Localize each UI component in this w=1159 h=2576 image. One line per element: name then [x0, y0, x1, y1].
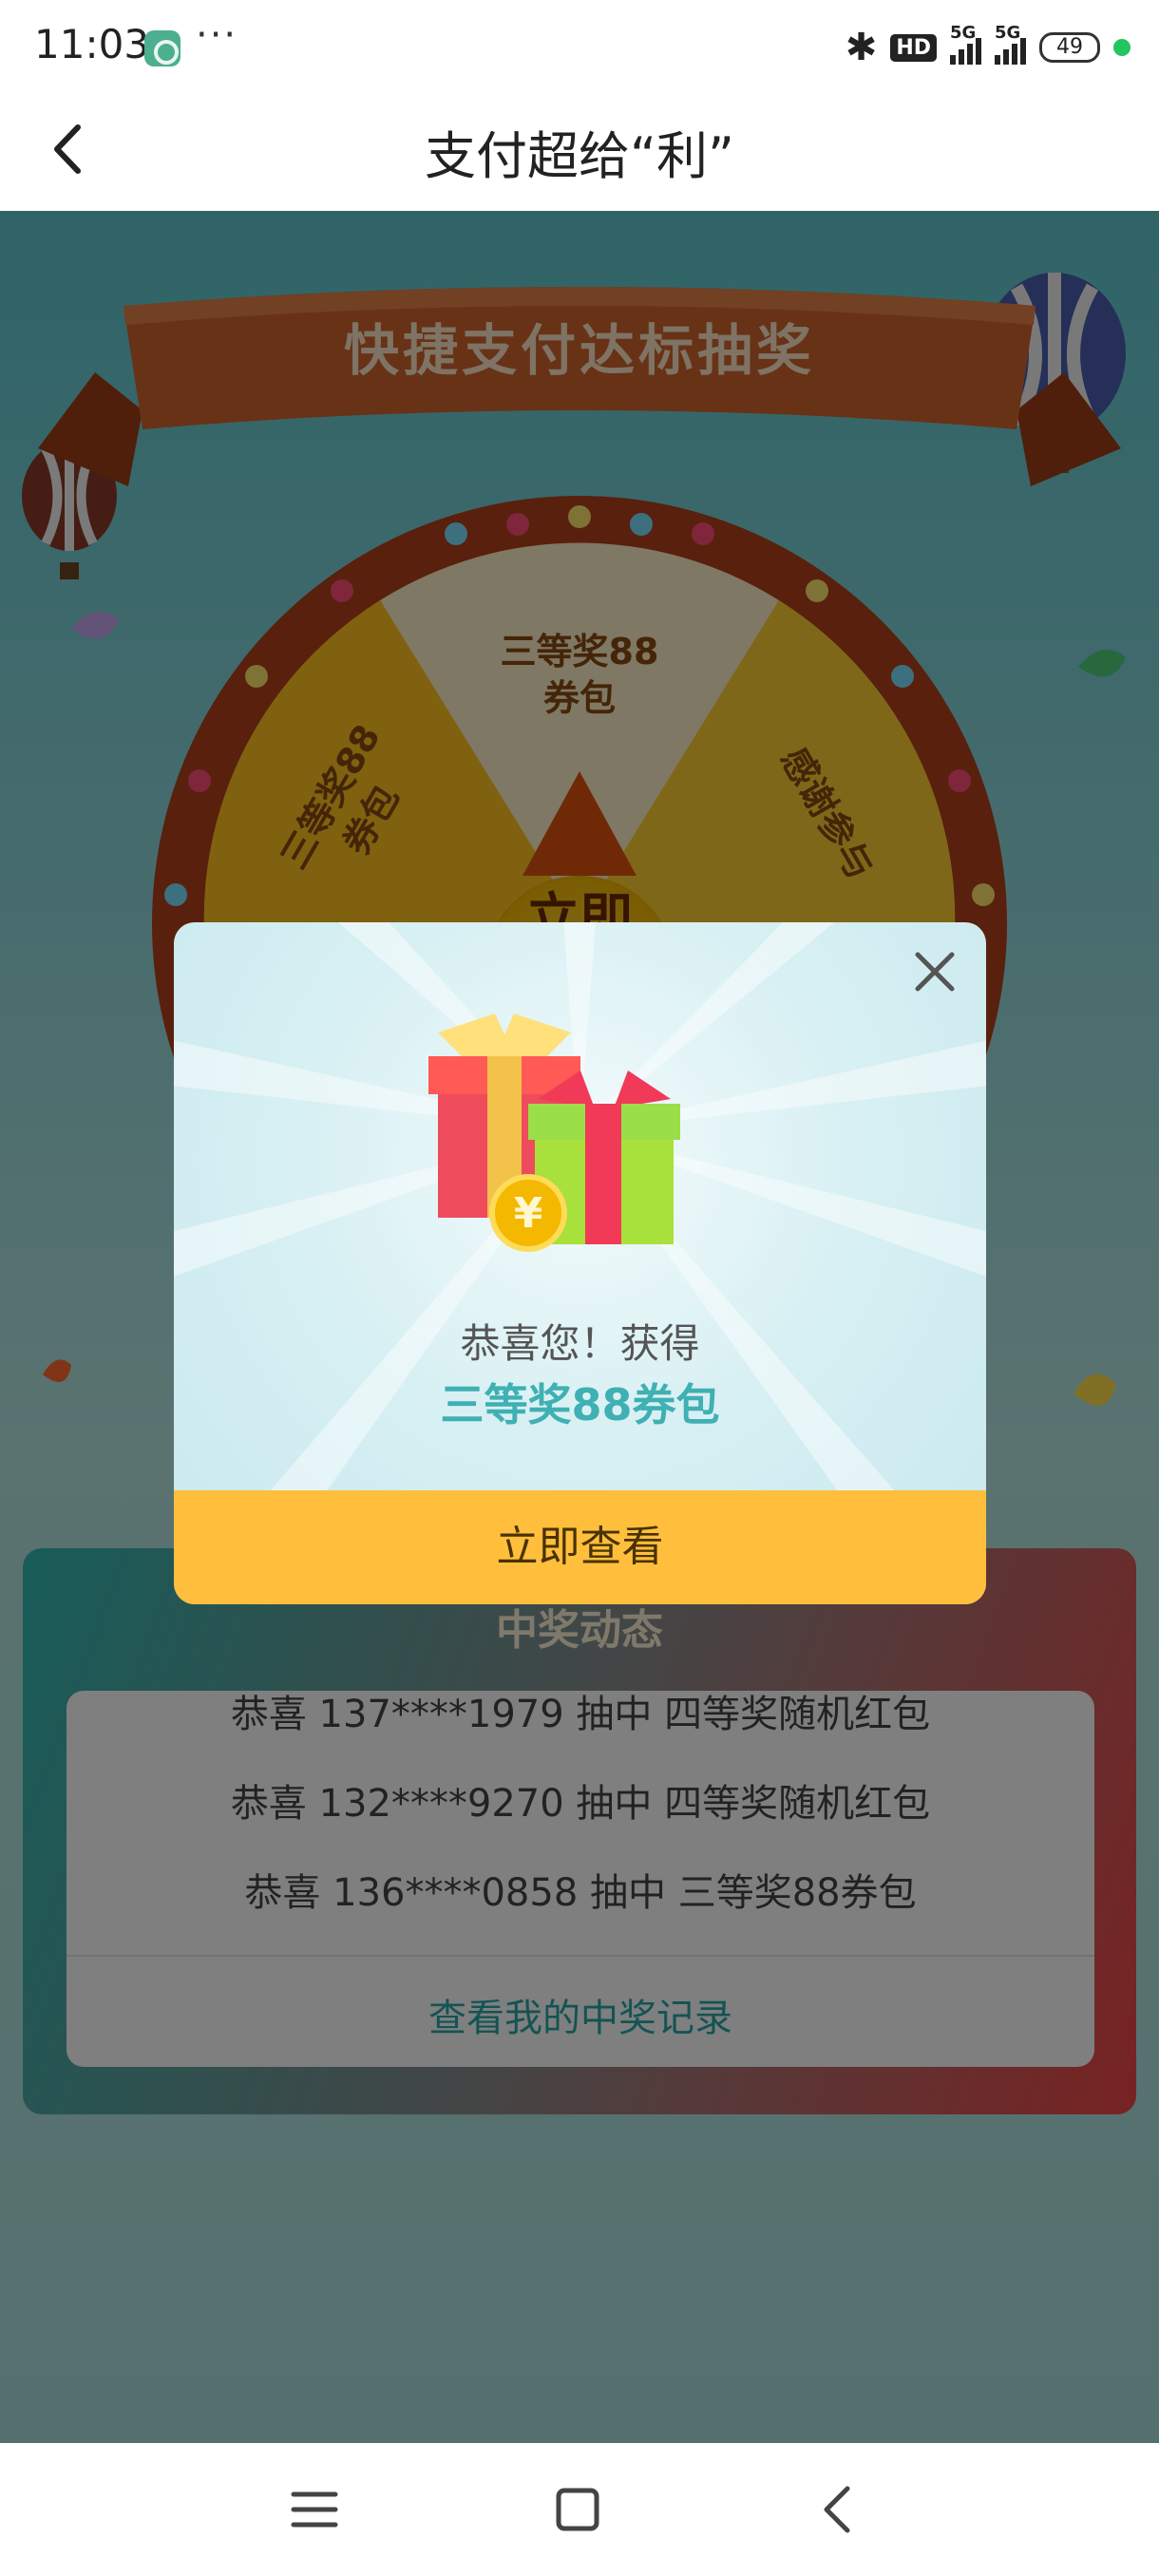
coin-symbol: ¥	[513, 1189, 543, 1238]
view-now-button[interactable]: 立即查看	[174, 1490, 986, 1604]
status-icons: ✱ HD 5G 5G 49	[845, 23, 1130, 69]
menu-icon[interactable]	[276, 2472, 352, 2548]
bluetooth-icon: ✱	[845, 26, 878, 69]
prize-dialog: ¥ 恭喜您！获得 三等奖88券包 立即查看	[174, 922, 986, 1604]
signal-label-1: 5G	[950, 23, 977, 43]
signal-icon-1: 5G	[950, 23, 981, 65]
home-icon[interactable]	[540, 2472, 616, 2548]
system-navigation-bar	[0, 2443, 1159, 2576]
back-icon[interactable]	[800, 2472, 876, 2548]
prize-name: 三等奖88券包	[440, 1379, 720, 1430]
more-notifications-icon: ···	[196, 13, 238, 57]
signal-icon-2: 5G	[995, 23, 1026, 65]
privacy-indicator-dot	[1113, 39, 1130, 56]
page-title: 支付超给“利”	[425, 126, 734, 186]
signal-label-2: 5G	[995, 23, 1021, 43]
battery-icon: 49	[1039, 32, 1100, 63]
close-icon[interactable]	[906, 943, 963, 1000]
app-notification-icon	[144, 30, 180, 66]
status-bar: 11:03 ··· ✱ HD 5G 5G 49	[0, 0, 1159, 95]
prize-subtitle: 恭喜您！获得	[460, 1320, 700, 1367]
hd-voice-icon: HD	[890, 33, 937, 62]
navigation-bar: 支付超给“利”	[0, 95, 1159, 211]
gift-icon	[428, 1013, 680, 1252]
status-time: 11:03	[34, 21, 150, 67]
